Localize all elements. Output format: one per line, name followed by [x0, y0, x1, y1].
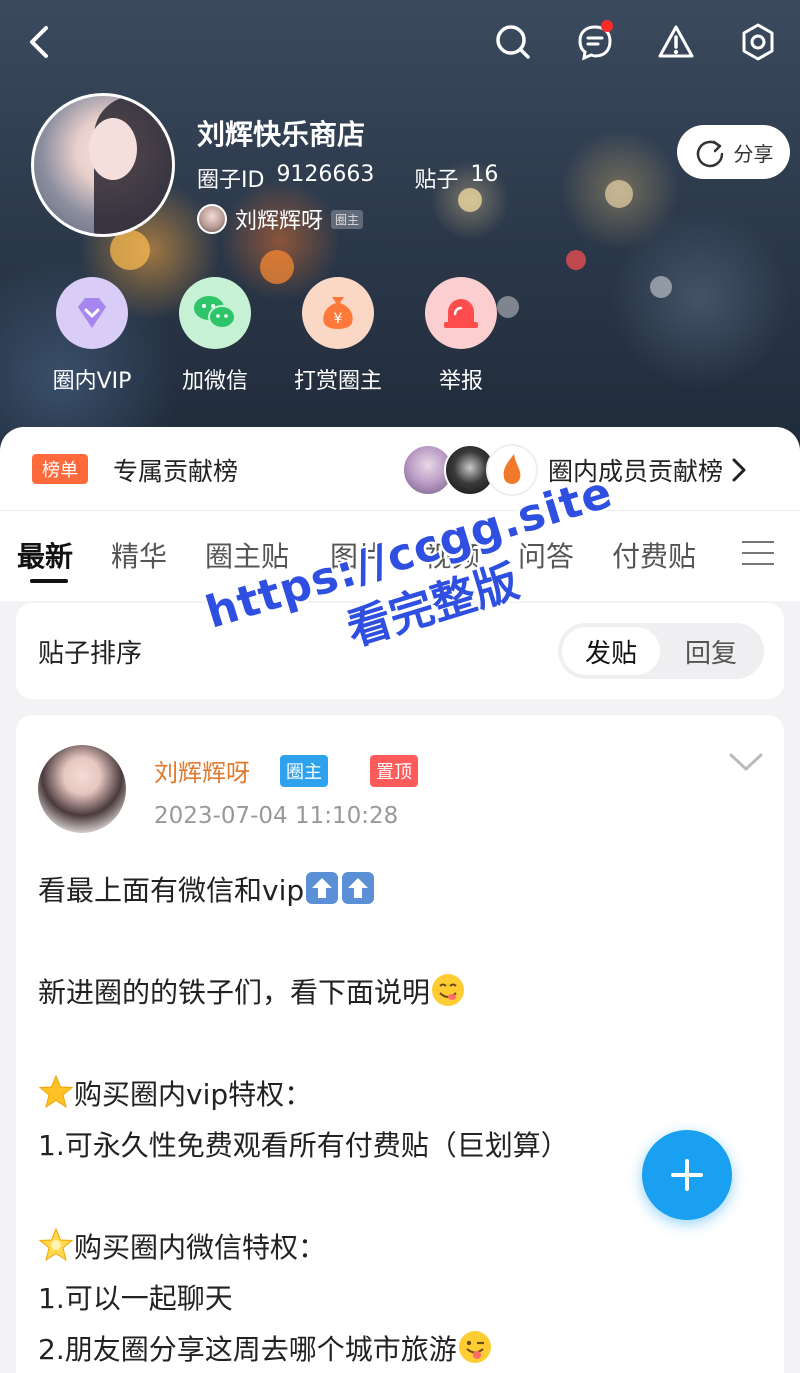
star-emoji-icon: [38, 1074, 74, 1109]
member-rank-link[interactable]: 圈内成员贡献榜: [548, 452, 747, 488]
diamond-icon: [78, 298, 106, 328]
alarm-icon: [444, 299, 478, 328]
active-tab-indicator: [30, 579, 68, 583]
action-tip-label: 打赏圈主: [293, 369, 382, 394]
action-report-disc: [425, 277, 497, 349]
bokeh-light: [650, 276, 672, 298]
member-rank-label: 圈内成员贡献榜: [548, 457, 724, 486]
sort-card: 贴子排序 发贴 回复: [16, 603, 784, 699]
post-author-name[interactable]: 刘辉辉呀: [154, 753, 250, 788]
flame-icon: [503, 454, 521, 484]
action-report[interactable]: 举报: [406, 277, 516, 395]
circle-id-value: 9126663: [276, 162, 375, 187]
wechat-icon: [194, 296, 236, 329]
posts-label: 贴子: [414, 168, 459, 193]
owner-info[interactable]: 刘辉辉呀 圈主: [197, 203, 364, 235]
tab-latest[interactable]: 最新: [17, 535, 73, 575]
owner-badge: 圈主: [280, 755, 328, 787]
post-line: [38, 916, 758, 967]
action-vip[interactable]: 圈内VIP: [37, 277, 147, 395]
svg-text:¥: ¥: [334, 311, 343, 327]
bokeh-light: [110, 230, 150, 270]
up-arrow-emoji-icon: [342, 872, 375, 904]
post-line: 新进圈的的铁子们，看下面说明: [38, 967, 758, 1018]
tab-videos[interactable]: 视频: [424, 535, 480, 575]
rank-avatars: [402, 444, 542, 496]
circle-avatar[interactable]: [31, 93, 175, 237]
warning-icon: [658, 25, 694, 58]
action-tip[interactable]: ¥ 打赏圈主: [283, 277, 393, 395]
new-post-fab[interactable]: [642, 1130, 732, 1220]
action-report-label: 举报: [438, 369, 483, 394]
yum-face-emoji-icon: [432, 974, 465, 1006]
posts-count: 16: [470, 162, 499, 187]
post-card[interactable]: 刘辉辉呀 圈主 置顶 2023-07-04 11:10:28 看最上面有微信和v…: [16, 715, 784, 1373]
action-wechat-label: 加微信: [181, 369, 248, 394]
circle-meta: 圈子ID 9126663 贴子 16: [197, 162, 538, 194]
post-tabs: 最新 精华 圈主贴 图片 视频 问答 付费贴: [0, 511, 800, 601]
sort-by-post[interactable]: 发贴: [562, 627, 660, 675]
chevron-right-icon: [732, 458, 746, 482]
post-more-button[interactable]: [728, 751, 764, 777]
post-line: 2.朋友圈分享这周去哪个城市旅游: [38, 1324, 758, 1373]
owner-name: 刘辉辉呀: [235, 209, 324, 234]
share-label: 分享: [733, 141, 774, 166]
tab-images[interactable]: 图片: [330, 535, 386, 575]
tab-qa[interactable]: 问答: [518, 535, 574, 575]
contribution-bar[interactable]: 榜单 专属贡献榜 圈内成员贡献榜: [0, 427, 800, 511]
action-wechat-disc: [179, 277, 251, 349]
messages-button[interactable]: [575, 20, 615, 62]
rank-avatar: [486, 444, 538, 496]
winking-tongue-emoji-icon: [458, 1331, 491, 1363]
bokeh-light: [566, 250, 586, 270]
action-vip-label: 圈内VIP: [52, 369, 132, 394]
back-button[interactable]: [20, 22, 60, 62]
more-tabs-menu-icon[interactable]: [742, 541, 774, 574]
content-sheet: 榜单 专属贡献榜 圈内成员贡献榜 最新 精华 圈主贴 图片 视频 问答 付费贴 …: [0, 427, 800, 1373]
pinned-badge: 置顶: [370, 755, 418, 787]
settings-button[interactable]: [738, 22, 778, 62]
chevron-down-icon: [729, 753, 763, 771]
back-arrow-icon: [30, 26, 48, 58]
glowing-star-emoji-icon: [38, 1227, 74, 1262]
bokeh-light: [605, 180, 633, 208]
post-body: 看最上面有微信和vip 新进圈的的铁子们，看下面说明 购买圈内vip特权： 1.…: [38, 865, 758, 1373]
search-icon: [496, 25, 530, 59]
action-wechat[interactable]: 加微信: [160, 277, 270, 395]
circle-id-label: 圈子ID: [197, 168, 265, 193]
header-background: [0, 0, 800, 470]
post-author-avatar[interactable]: [38, 745, 126, 833]
share-icon: [696, 140, 723, 168]
unread-dot: [601, 20, 613, 32]
sort-label: 贴子排序: [38, 639, 143, 669]
owner-tag: 圈主: [331, 209, 364, 229]
post-line: 购买圈内vip特权：: [38, 1069, 758, 1120]
action-tip-disc: ¥: [302, 277, 374, 349]
tab-featured[interactable]: 精华: [111, 535, 167, 575]
warning-button[interactable]: [656, 22, 696, 62]
tab-owner-posts[interactable]: 圈主贴: [205, 535, 289, 575]
sort-toggle: 发贴 回复: [558, 623, 764, 679]
tab-paid-posts[interactable]: 付费贴: [612, 535, 696, 575]
rank-title: 专属贡献榜: [113, 457, 239, 486]
rank-tag: 榜单: [32, 454, 88, 484]
share-button[interactable]: 分享: [677, 125, 790, 179]
post-line: 1.可以一起聊天: [38, 1282, 233, 1315]
plus-icon: [671, 1159, 703, 1191]
post-timestamp: 2023-07-04 11:10:28: [154, 803, 399, 829]
post-line: 看最上面有微信和vip: [38, 865, 758, 916]
post-line: 购买圈内微信特权：: [38, 1222, 758, 1273]
search-button[interactable]: [493, 22, 533, 62]
post-line: [38, 1018, 758, 1069]
sort-by-reply[interactable]: 回复: [662, 627, 760, 675]
owner-avatar: [197, 204, 227, 234]
avatar-face: [89, 118, 137, 180]
money-bag-icon: ¥: [323, 297, 353, 329]
up-arrow-emoji-icon: [306, 872, 339, 904]
circle-name: 刘辉快乐商店: [197, 118, 366, 151]
settings-icon: [742, 23, 774, 61]
action-vip-disc: [56, 277, 128, 349]
